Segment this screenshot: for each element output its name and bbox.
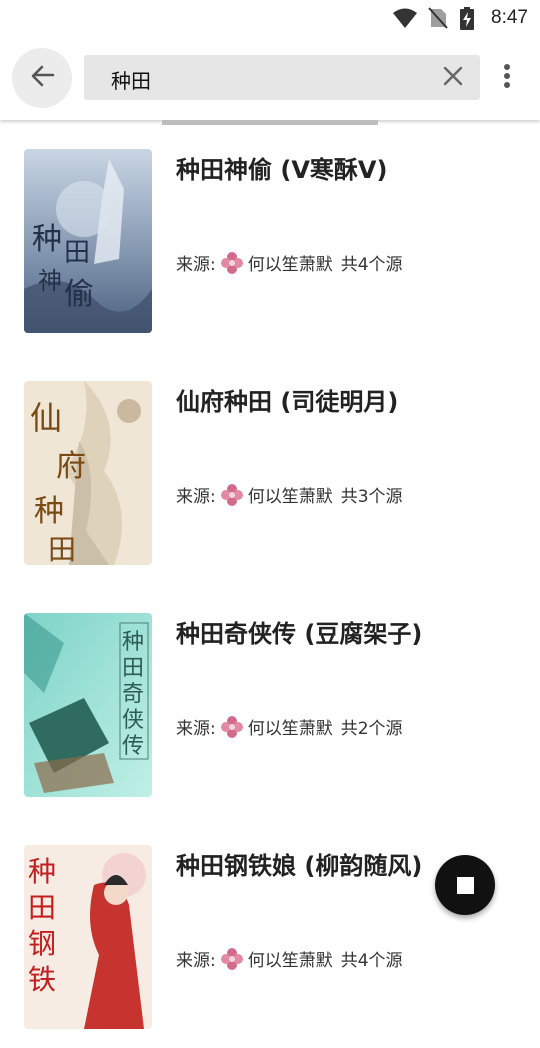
- svg-text:田: 田: [48, 533, 76, 565]
- svg-text:神: 神: [38, 267, 62, 295]
- source-label: 来源:: [176, 255, 216, 275]
- svg-text:种: 种: [34, 494, 64, 529]
- source-name: 何以笙萧默: [247, 719, 333, 739]
- status-time: 8:47: [491, 7, 528, 28]
- search-input[interactable]: 种田: [84, 55, 480, 100]
- book-source: 来源: 何以笙萧默 共2个源: [176, 714, 403, 739]
- book-title: 种田钢铁娘 (柳韵随风): [176, 852, 423, 880]
- back-button[interactable]: [12, 48, 72, 108]
- wifi-icon: [392, 7, 418, 33]
- close-icon: [443, 66, 463, 90]
- battery-charging-icon: [459, 7, 475, 35]
- book-item[interactable]: 仙 府 种 田 仙府种田 (司徒明月) 来源: 何以笙萧默 共3个源: [0, 352, 540, 584]
- stop-icon: [456, 876, 474, 894]
- book-cover: 仙 府 种 田: [24, 381, 152, 565]
- book-cover: 种 田 奇 侠 传: [24, 613, 152, 797]
- source-count: 共3个源: [340, 487, 403, 507]
- svg-text:种: 种: [32, 222, 62, 257]
- flower-icon: [220, 483, 243, 506]
- source-name: 何以笙萧默: [247, 255, 333, 275]
- source-label: 来源:: [176, 951, 216, 971]
- svg-text:侠: 侠: [122, 708, 144, 733]
- more-vert-icon: [503, 63, 511, 93]
- flower-icon: [220, 251, 243, 274]
- book-item[interactable]: 种 田 奇 侠 传 种田奇侠传 (豆腐架子) 来源: 何以笙萧默 共2个源: [0, 584, 540, 816]
- no-sim-icon: [428, 7, 448, 33]
- source-count: 共2个源: [340, 719, 403, 739]
- svg-text:田: 田: [28, 891, 56, 924]
- stop-search-button[interactable]: [435, 855, 495, 915]
- book-cover: 种 田 神 偷: [24, 149, 152, 333]
- flower-icon: [220, 947, 243, 970]
- svg-text:府: 府: [56, 449, 86, 484]
- status-bar: 8:47: [0, 0, 540, 38]
- book-item[interactable]: 种 田 钢 铁 种田钢铁娘 (柳韵随风) 来源: 何以笙萧默 共4个源: [0, 816, 540, 1048]
- svg-text:种: 种: [122, 630, 144, 655]
- book-source: 来源: 何以笙萧默 共4个源: [176, 250, 403, 275]
- source-label: 来源:: [176, 719, 216, 739]
- svg-text:钢: 钢: [28, 927, 56, 960]
- svg-text:种: 种: [28, 855, 56, 888]
- svg-text:铁: 铁: [28, 963, 56, 996]
- book-cover: 种 田 钢 铁: [24, 845, 152, 1029]
- more-options-button[interactable]: [496, 62, 518, 94]
- book-source: 来源: 何以笙萧默 共3个源: [176, 482, 403, 507]
- search-toolbar: 种田: [0, 38, 540, 120]
- svg-text:传: 传: [122, 734, 144, 759]
- svg-text:田: 田: [122, 656, 144, 681]
- loading-indicator: [162, 120, 378, 125]
- svg-text:奇: 奇: [122, 682, 144, 707]
- source-name: 何以笙萧默: [247, 951, 333, 971]
- flower-icon: [220, 715, 243, 738]
- source-label: 来源:: [176, 487, 216, 507]
- svg-text:田: 田: [64, 238, 90, 268]
- source-count: 共4个源: [340, 951, 403, 971]
- book-item[interactable]: 种 田 神 偷 种田神偷 (V寒酥V) 来源: 何以笙萧默 共4个源: [0, 120, 540, 352]
- book-title: 仙府种田 (司徒明月): [176, 388, 399, 416]
- arrow-left-icon: [29, 63, 55, 93]
- book-title: 种田奇侠传 (豆腐架子): [176, 620, 423, 648]
- book-source: 来源: 何以笙萧默 共4个源: [176, 946, 403, 971]
- svg-text:仙: 仙: [30, 399, 62, 437]
- book-title: 种田神偷 (V寒酥V): [176, 156, 388, 184]
- source-name: 何以笙萧默: [247, 487, 333, 507]
- svg-text:偷: 偷: [64, 277, 94, 312]
- source-count: 共4个源: [340, 255, 403, 275]
- search-query-text: 种田: [111, 69, 151, 93]
- clear-search-button[interactable]: [440, 65, 466, 91]
